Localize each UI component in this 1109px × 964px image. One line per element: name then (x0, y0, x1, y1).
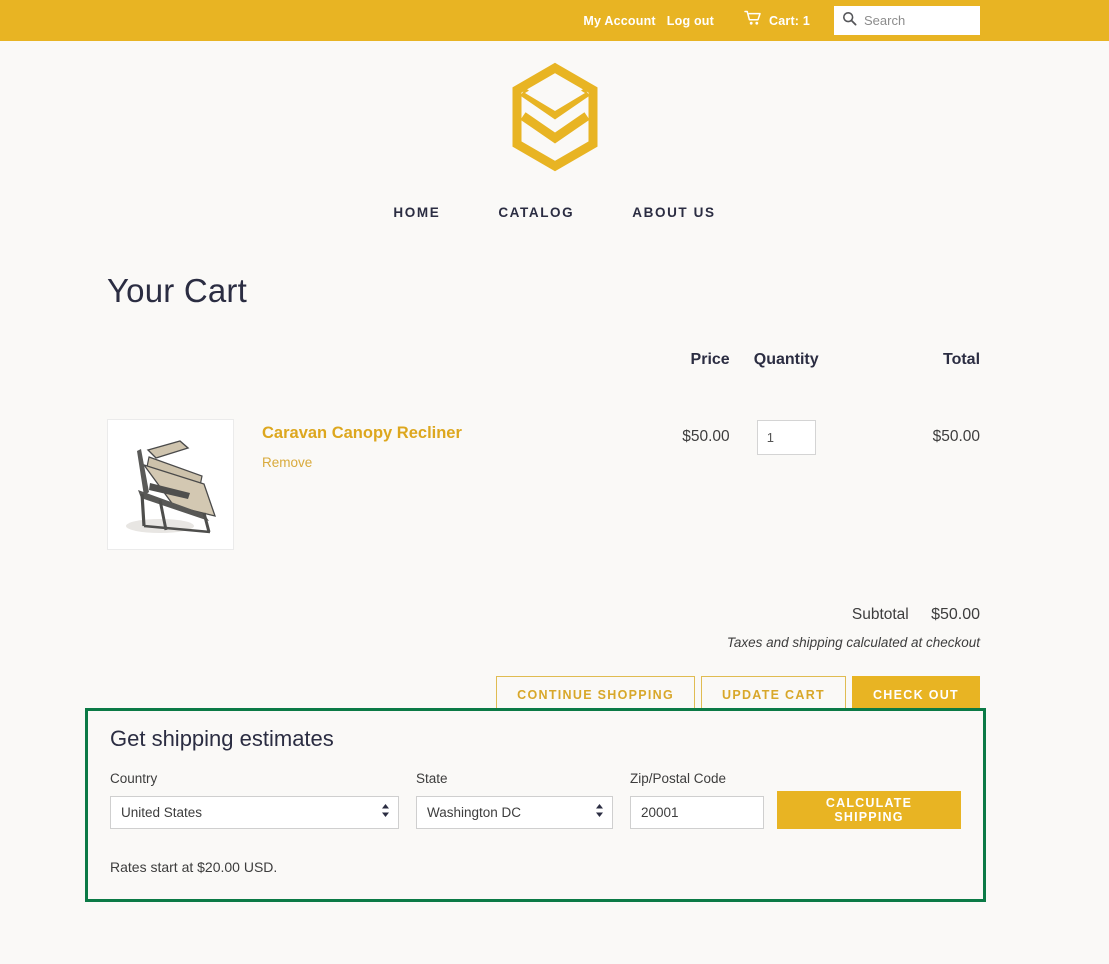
hexagon-layers-logo[interactable] (511, 62, 599, 177)
subtotal-label: Subtotal (851, 606, 909, 623)
subtotal-value: $50.00 (931, 606, 980, 623)
state-select-wrap[interactable]: Washington DC (416, 796, 613, 829)
search-icon (842, 11, 857, 31)
country-field: Country United States (110, 771, 399, 829)
tax-shipping-note: Taxes and shipping calculated at checkou… (726, 635, 980, 650)
product-meta: Caravan Canopy Recliner Remove (262, 419, 462, 550)
remove-item-link[interactable]: Remove (262, 455, 462, 470)
shipping-fields-row: Country United States State Washington D… (110, 771, 961, 829)
rates-note: Rates start at $20.00 USD. (110, 859, 278, 875)
country-label: Country (110, 771, 158, 786)
search-box[interactable] (834, 6, 980, 35)
cart-link[interactable]: Cart: 1 (744, 10, 810, 31)
country-select-wrap[interactable]: United States (110, 796, 399, 829)
main-navigation: HOME CATALOG ABOUT US (0, 205, 1109, 220)
quantity-cell (730, 419, 843, 455)
state-select[interactable]: Washington DC (416, 796, 613, 829)
cart-table: Price Quantity Total Caravan Canopy Recl… (107, 351, 980, 550)
product-cell: Caravan Canopy Recliner Remove (107, 419, 637, 550)
quantity-input[interactable] (756, 420, 816, 455)
product-thumbnail[interactable] (107, 419, 234, 550)
shipping-estimates-title: Get shipping estimates (110, 726, 334, 751)
product-title-link[interactable]: Caravan Canopy Recliner (262, 424, 462, 443)
subtotal-row: Subtotal $50.00 (107, 606, 980, 624)
state-field: State Washington DC (416, 771, 613, 829)
log-out-link[interactable]: Log out (667, 14, 714, 28)
shipping-estimates-panel: Get shipping estimates Country United St… (85, 708, 986, 902)
calculate-shipping-button[interactable]: CALCULATE SHIPPING (777, 791, 961, 829)
search-input[interactable] (864, 13, 972, 28)
page-content: Your Cart Price Quantity Total Caravan C… (0, 272, 1109, 902)
column-header-price: Price (690, 351, 730, 368)
brand-header: HOME CATALOG ABOUT US (0, 41, 1109, 220)
state-label: State (416, 771, 448, 786)
nav-item-about-us[interactable]: ABOUT US (632, 205, 715, 220)
zip-field: Zip/Postal Code (630, 771, 764, 829)
nav-item-home[interactable]: HOME (393, 205, 440, 220)
page-title: Your Cart (107, 272, 247, 309)
account-links: My Account Log out (583, 14, 714, 28)
cart-table-header: Price Quantity Total (107, 351, 980, 369)
cart-count-label: Cart: 1 (769, 13, 810, 28)
top-utility-bar: My Account Log out Cart: 1 (0, 0, 1109, 41)
zip-input[interactable] (630, 796, 764, 829)
shopping-cart-icon (744, 10, 763, 31)
country-select[interactable]: United States (110, 796, 399, 829)
product-price: $50.00 (682, 428, 730, 445)
column-header-quantity: Quantity (753, 351, 819, 368)
table-row: Caravan Canopy Recliner Remove $50.00 $5… (107, 419, 980, 550)
my-account-link[interactable]: My Account (583, 14, 655, 28)
nav-item-catalog[interactable]: CATALOG (498, 205, 574, 220)
product-line-total: $50.00 (932, 428, 981, 445)
zip-label: Zip/Postal Code (630, 771, 727, 786)
column-header-total: Total (942, 351, 981, 368)
cart-totals: Subtotal $50.00 Taxes and shipping calcu… (107, 606, 980, 650)
